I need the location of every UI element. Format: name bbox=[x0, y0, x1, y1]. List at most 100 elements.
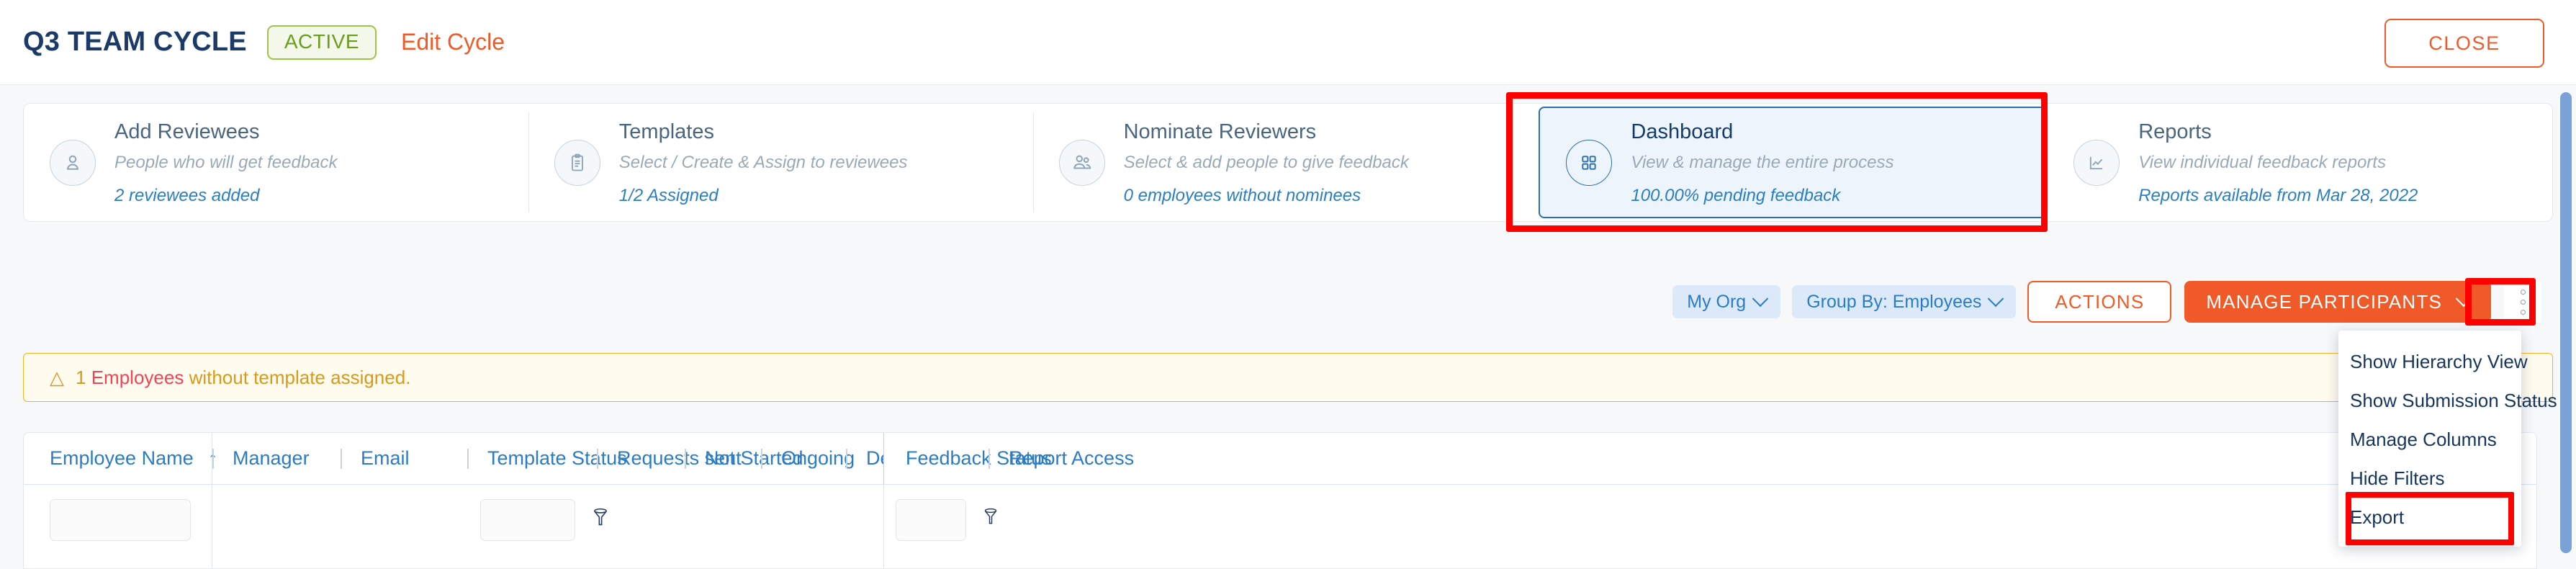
step-body: Nominate Reviewers Select & add people t… bbox=[1124, 119, 1409, 205]
step-title: Reports bbox=[2138, 120, 2212, 144]
app-root: Q3 TEAM CYCLE ACTIVE Edit Cycle CLOSE Ad… bbox=[0, 0, 2576, 569]
step-card-templates[interactable]: Templates Select / Create & Assign to re… bbox=[528, 104, 1033, 221]
chevron-down-icon bbox=[1988, 290, 2004, 308]
chevron-down-icon bbox=[2455, 290, 2472, 308]
column-header-email[interactable]: Email bbox=[341, 433, 467, 484]
column-label: Employee Name bbox=[50, 447, 194, 469]
column-label: Decl bbox=[866, 447, 883, 469]
column-label: Report Access bbox=[1009, 447, 1135, 469]
grid-icon bbox=[1566, 139, 1613, 186]
column-header-ongoing[interactable]: Ongoing bbox=[761, 433, 855, 484]
manage-participants-button[interactable]: MANAGE PARTICIPANTS bbox=[2184, 281, 2491, 323]
column-label: Manager bbox=[233, 447, 310, 469]
warning-emphasis: Employees bbox=[91, 366, 184, 388]
vertical-scrollbar[interactable] bbox=[2560, 92, 2572, 569]
vertical-dots-icon bbox=[2520, 299, 2526, 305]
column-divider bbox=[597, 449, 598, 469]
step-title: Nominate Reviewers bbox=[1123, 120, 1317, 144]
feedback-status-filter-input[interactable] bbox=[896, 499, 966, 541]
step-subtitle: People who will get feedback bbox=[114, 152, 338, 172]
org-filter-label: My Org bbox=[1687, 291, 1747, 312]
filter-cell-manager bbox=[212, 485, 341, 568]
close-button[interactable]: CLOSE bbox=[2384, 19, 2544, 68]
table-filter-row bbox=[24, 485, 2536, 568]
step-stat[interactable]: Reports available from Mar 28, 2022 bbox=[2138, 186, 2418, 206]
template-status-filter-input[interactable] bbox=[480, 499, 575, 541]
column-header-declined[interactable]: Decl bbox=[846, 433, 883, 484]
table-header-row: Employee Name ↑ Manager Email Template S… bbox=[24, 433, 2536, 485]
step-subtitle: View & manage the entire process bbox=[1631, 152, 1894, 172]
menu-item-show-submission-status[interactable]: Show Submission Status bbox=[2338, 381, 2557, 420]
more-options-menu: Show Hierarchy View Show Submission Stat… bbox=[2338, 331, 2557, 547]
page-title: Q3 TEAM CYCLE bbox=[23, 27, 247, 57]
step-body: Add Reviewees People who will get feedba… bbox=[114, 119, 338, 205]
column-divider bbox=[341, 449, 342, 469]
column-header-manager[interactable]: Manager bbox=[212, 433, 341, 484]
filter-cell-employee-name bbox=[24, 485, 212, 568]
vertical-dots-icon bbox=[2520, 289, 2526, 295]
column-header-employee-name[interactable]: Employee Name ↑ bbox=[24, 433, 218, 484]
step-stat[interactable]: 100.00% pending feedback bbox=[1631, 186, 1893, 206]
actions-button[interactable]: ACTIONS bbox=[2027, 281, 2172, 323]
step-body: Dashboard View & manage the entire proce… bbox=[1631, 119, 1893, 205]
filter-cell-feedback-status bbox=[883, 485, 997, 568]
employee-name-filter-input[interactable] bbox=[50, 499, 191, 541]
menu-item-export[interactable]: Export bbox=[2338, 498, 2521, 537]
column-header-feedback-status[interactable]: Feedback Status bbox=[883, 433, 1052, 484]
step-subtitle: Select / Create & Assign to reviewees bbox=[618, 152, 908, 172]
dashboard-toolbar: My Org Group By: Employees ACTIONS MANAG… bbox=[23, 279, 2553, 324]
column-header-not-started[interactable]: Not Started bbox=[685, 433, 803, 484]
step-subtitle: Select & add people to give feedback bbox=[1123, 152, 1409, 172]
step-subtitle: View individual feedback reports bbox=[2138, 152, 2386, 172]
column-header-requests-sent[interactable]: Requests sent bbox=[597, 433, 742, 484]
warning-banner: △ 1 Employees without template assigned. bbox=[23, 353, 2553, 402]
step-card-dashboard[interactable]: Dashboard View & manage the entire proce… bbox=[1539, 107, 2047, 218]
group-by-label: Group By: Employees bbox=[1806, 291, 1982, 312]
step-stat[interactable]: 1/2 Assigned bbox=[619, 186, 908, 206]
menu-item-manage-columns[interactable]: Manage Columns bbox=[2338, 420, 2521, 459]
column-header-template-status[interactable]: Template Status bbox=[467, 433, 627, 484]
column-divider bbox=[467, 449, 469, 469]
step-title: Templates bbox=[618, 120, 714, 144]
step-body: Templates Select / Create & Assign to re… bbox=[619, 119, 908, 205]
chart-icon bbox=[2073, 139, 2120, 186]
step-card-reports[interactable]: Reports View individual feedback reports… bbox=[2048, 104, 2552, 221]
vertical-dots-icon bbox=[2520, 309, 2526, 315]
step-stat[interactable]: 0 employees without nominees bbox=[1124, 186, 1409, 206]
filter-cell-email bbox=[341, 485, 467, 568]
filter-cell-report-access bbox=[988, 485, 1104, 568]
users-icon bbox=[1058, 139, 1105, 186]
filter-cell-template-status bbox=[467, 485, 607, 568]
column-divider bbox=[761, 449, 762, 469]
step-stat[interactable]: 2 reviewees added bbox=[114, 186, 338, 206]
user-icon bbox=[50, 139, 96, 186]
warning-count: 1 bbox=[76, 366, 86, 388]
column-divider bbox=[212, 449, 214, 469]
group-by-dropdown[interactable]: Group By: Employees bbox=[1792, 285, 2017, 318]
step-card-nominate-reviewers[interactable]: Nominate Reviewers Select & add people t… bbox=[1032, 104, 1538, 221]
menu-item-hide-filters[interactable]: Hide Filters bbox=[2338, 459, 2521, 498]
step-card-add-reviewees[interactable]: Add Reviewees People who will get feedba… bbox=[24, 104, 528, 221]
step-title: Dashboard bbox=[1631, 120, 1734, 144]
filter-cell-not-started bbox=[685, 485, 761, 568]
warning-message: 1 Employees without template assigned. bbox=[76, 367, 410, 389]
more-options-button[interactable] bbox=[2504, 281, 2541, 323]
cycle-steps-bar: Add Reviewees People who will get feedba… bbox=[23, 103, 2553, 222]
filter-cell-declined bbox=[846, 485, 883, 568]
filter-cell-requests-sent bbox=[597, 485, 685, 568]
column-header-report-access[interactable]: Report Access bbox=[988, 433, 1134, 484]
warning-triangle-icon: △ bbox=[50, 367, 64, 388]
column-divider bbox=[685, 449, 686, 469]
step-body: Reports View individual feedback reports… bbox=[2138, 119, 2418, 205]
column-divider bbox=[846, 449, 847, 469]
menu-item-show-hierarchy-view[interactable]: Show Hierarchy View bbox=[2338, 342, 2528, 381]
warning-rest: without template assigned. bbox=[189, 366, 411, 388]
filter-cell-ongoing bbox=[761, 485, 846, 568]
status-badge: ACTIVE bbox=[266, 24, 377, 60]
org-filter-dropdown[interactable]: My Org bbox=[1672, 285, 1781, 318]
chevron-down-icon bbox=[1752, 290, 1769, 308]
step-title: Add Reviewees bbox=[114, 120, 260, 144]
vertical-scrollbar-thumb[interactable] bbox=[2560, 92, 2572, 553]
edit-cycle-link[interactable]: Edit Cycle bbox=[401, 29, 505, 55]
clipboard-icon bbox=[554, 139, 600, 186]
